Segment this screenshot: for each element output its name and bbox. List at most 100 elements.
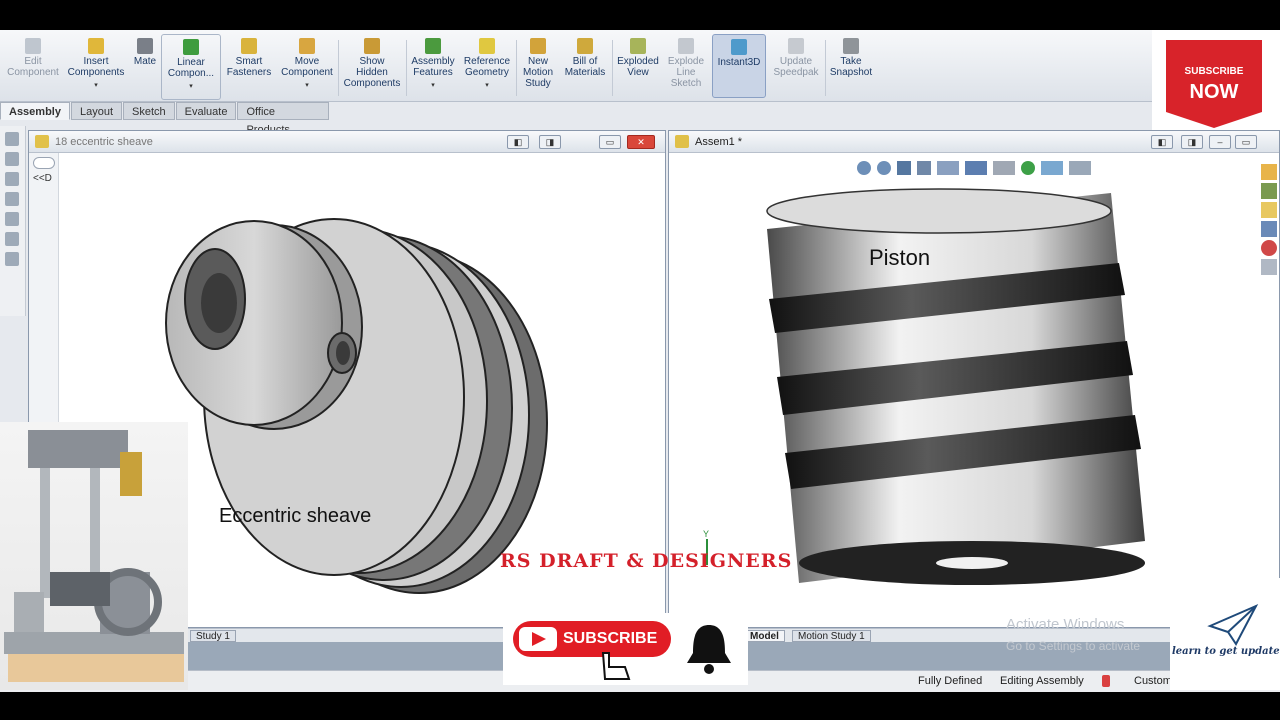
tree-text: <<D bbox=[33, 173, 52, 184]
assembly-features-button[interactable]: Assembly Features ▾ bbox=[410, 38, 456, 100]
custom-properties-icon[interactable] bbox=[1261, 259, 1277, 275]
take-snapshot-button[interactable]: Take Snapshot bbox=[828, 38, 874, 100]
tab-assembly[interactable]: Assembly bbox=[0, 102, 70, 120]
home-icon[interactable] bbox=[1261, 164, 1277, 180]
instant3d-icon bbox=[731, 39, 747, 55]
tab-layout[interactable]: Layout bbox=[70, 102, 123, 120]
bell-icon[interactable] bbox=[679, 619, 739, 679]
chevron-down-icon[interactable]: ▾ bbox=[485, 80, 489, 91]
status-custom[interactable]: Custom bbox=[1134, 675, 1172, 687]
separator bbox=[406, 40, 407, 96]
tool-label: Instant3D bbox=[717, 57, 761, 68]
subscribe-now-badge[interactable]: SUBSCRIBE NOW bbox=[1152, 30, 1280, 130]
insert-components-button[interactable]: Insert Components ▾ bbox=[64, 38, 128, 100]
maximize-icon[interactable]: ▭ bbox=[1235, 135, 1257, 149]
tool-label: Move Component bbox=[281, 56, 333, 78]
activate-windows-watermark: Activate Windows bbox=[1006, 616, 1125, 633]
brand-title: RS DRAFT & DESIGNERS bbox=[500, 550, 793, 572]
dim-icon[interactable] bbox=[5, 192, 19, 206]
eccentric-sheave-label: Eccentric sheave bbox=[219, 505, 372, 527]
tab-model[interactable]: Model bbox=[744, 630, 785, 642]
tree-icon[interactable] bbox=[5, 132, 19, 146]
reference-geometry-button[interactable]: Reference Geometry ▾ bbox=[460, 38, 514, 100]
separator bbox=[516, 40, 517, 96]
steam-engine-photo bbox=[0, 422, 188, 690]
subscribe-label: SUBSCRIBE bbox=[563, 630, 658, 647]
status-fully-defined: Fully Defined bbox=[918, 675, 983, 687]
bill-of-materials-button[interactable]: Bill of Materials bbox=[562, 38, 608, 100]
window-title: 18 eccentric sheave bbox=[55, 136, 153, 148]
new-motion-study-button[interactable]: New Motion Study bbox=[518, 38, 558, 100]
tab-evaluate[interactable]: Evaluate bbox=[175, 102, 237, 120]
tab-sketch[interactable]: Sketch bbox=[123, 102, 175, 120]
config-icon[interactable] bbox=[5, 172, 19, 186]
maximize-icon[interactable]: ▭ bbox=[599, 135, 621, 149]
appearances-icon[interactable] bbox=[1261, 240, 1277, 256]
show-hidden-icon bbox=[364, 38, 380, 54]
insert-components-icon bbox=[88, 38, 104, 54]
separator bbox=[825, 40, 826, 96]
tab-motion-study-1[interactable]: Motion Study 1 bbox=[792, 630, 871, 642]
assembly-icon bbox=[675, 135, 689, 148]
minimize-icon[interactable]: – bbox=[1209, 135, 1231, 149]
chevron-down-icon[interactable]: ▾ bbox=[431, 80, 435, 91]
status-editing: Editing Assembly bbox=[1000, 675, 1084, 687]
command-tabs: Assembly Layout Sketch Evaluate Office P… bbox=[0, 102, 330, 136]
motion-study-icon bbox=[530, 38, 546, 54]
chevron-down-icon[interactable]: ▾ bbox=[94, 80, 98, 91]
bom-icon bbox=[577, 38, 593, 54]
property-icon[interactable] bbox=[5, 152, 19, 166]
rebuild-icon[interactable] bbox=[1102, 675, 1110, 687]
show-hidden-components-button[interactable]: Show Hidden Components bbox=[342, 38, 402, 100]
smart-fasteners-icon bbox=[241, 38, 257, 54]
tool-label: Reference Geometry bbox=[463, 56, 511, 78]
tab-office-products[interactable]: Office Products bbox=[237, 102, 329, 136]
library-icon[interactable] bbox=[1261, 183, 1277, 199]
tool-label: Show Hidden Components bbox=[343, 56, 401, 89]
tool-label: New Motion Study bbox=[522, 56, 553, 89]
tool-label: Update Speedpak bbox=[773, 56, 819, 78]
window-title-bar: Assem1 * ◧ ◨ – ▭ bbox=[669, 131, 1279, 153]
tree-toggle[interactable] bbox=[33, 157, 55, 169]
move-component-button[interactable]: Move Component ▾ bbox=[278, 38, 336, 100]
subscribe-button[interactable]: SUBSCRIBE bbox=[513, 621, 671, 657]
reference-geometry-icon bbox=[479, 38, 495, 54]
exploded-view-button[interactable]: Exploded View bbox=[614, 38, 662, 100]
subscribe-overlay[interactable]: SUBSCRIBE bbox=[503, 613, 748, 685]
task-pane-icons bbox=[1259, 161, 1279, 278]
appearance-icon[interactable] bbox=[5, 252, 19, 266]
tile-icon[interactable]: ◨ bbox=[1181, 135, 1203, 149]
play-triangle bbox=[532, 632, 546, 646]
move-component-icon bbox=[299, 38, 315, 54]
tile-icon[interactable]: ◨ bbox=[539, 135, 561, 149]
close-icon[interactable]: ✕ bbox=[627, 135, 655, 149]
instant3d-button[interactable]: Instant3D bbox=[712, 34, 766, 98]
sensor-icon[interactable] bbox=[5, 232, 19, 246]
restore-icon[interactable]: ◧ bbox=[507, 135, 529, 149]
chevron-down-icon[interactable]: ▾ bbox=[189, 81, 193, 92]
folder-icon[interactable] bbox=[1261, 202, 1277, 218]
restore-icon[interactable]: ◧ bbox=[1151, 135, 1173, 149]
pointer-hand-icon bbox=[601, 652, 631, 680]
explode-line-sketch-button[interactable]: Explode Line Sketch bbox=[664, 38, 708, 100]
paper-plane-icon bbox=[1207, 603, 1259, 646]
tab-study-1[interactable]: Study 1 bbox=[190, 630, 236, 642]
smart-fasteners-button[interactable]: Smart Fasteners bbox=[224, 38, 274, 100]
assembly-features-icon bbox=[425, 38, 441, 54]
tool-label: Smart Fasteners bbox=[226, 56, 272, 78]
tool-label: Assembly Features bbox=[411, 56, 455, 78]
edit-component-button[interactable]: Edit Component bbox=[4, 38, 62, 100]
chevron-down-icon[interactable]: ▾ bbox=[305, 80, 309, 91]
view-palette-icon[interactable] bbox=[1261, 221, 1277, 237]
learn-text: learn to get update bbox=[1172, 646, 1280, 657]
speedpak-icon bbox=[788, 38, 804, 54]
mate-button[interactable]: Mate bbox=[130, 38, 160, 100]
snapshot-icon bbox=[843, 38, 859, 54]
part-icon bbox=[35, 135, 49, 148]
update-speedpak-button[interactable]: Update Speedpak bbox=[770, 38, 822, 100]
svg-text:Y: Y bbox=[703, 529, 709, 539]
display-icon[interactable] bbox=[5, 212, 19, 226]
tool-label: Explode Line Sketch bbox=[667, 56, 705, 89]
steam-engine-image bbox=[4, 430, 184, 682]
linear-component-pattern-button[interactable]: Linear Compon... ▾ bbox=[161, 34, 221, 100]
